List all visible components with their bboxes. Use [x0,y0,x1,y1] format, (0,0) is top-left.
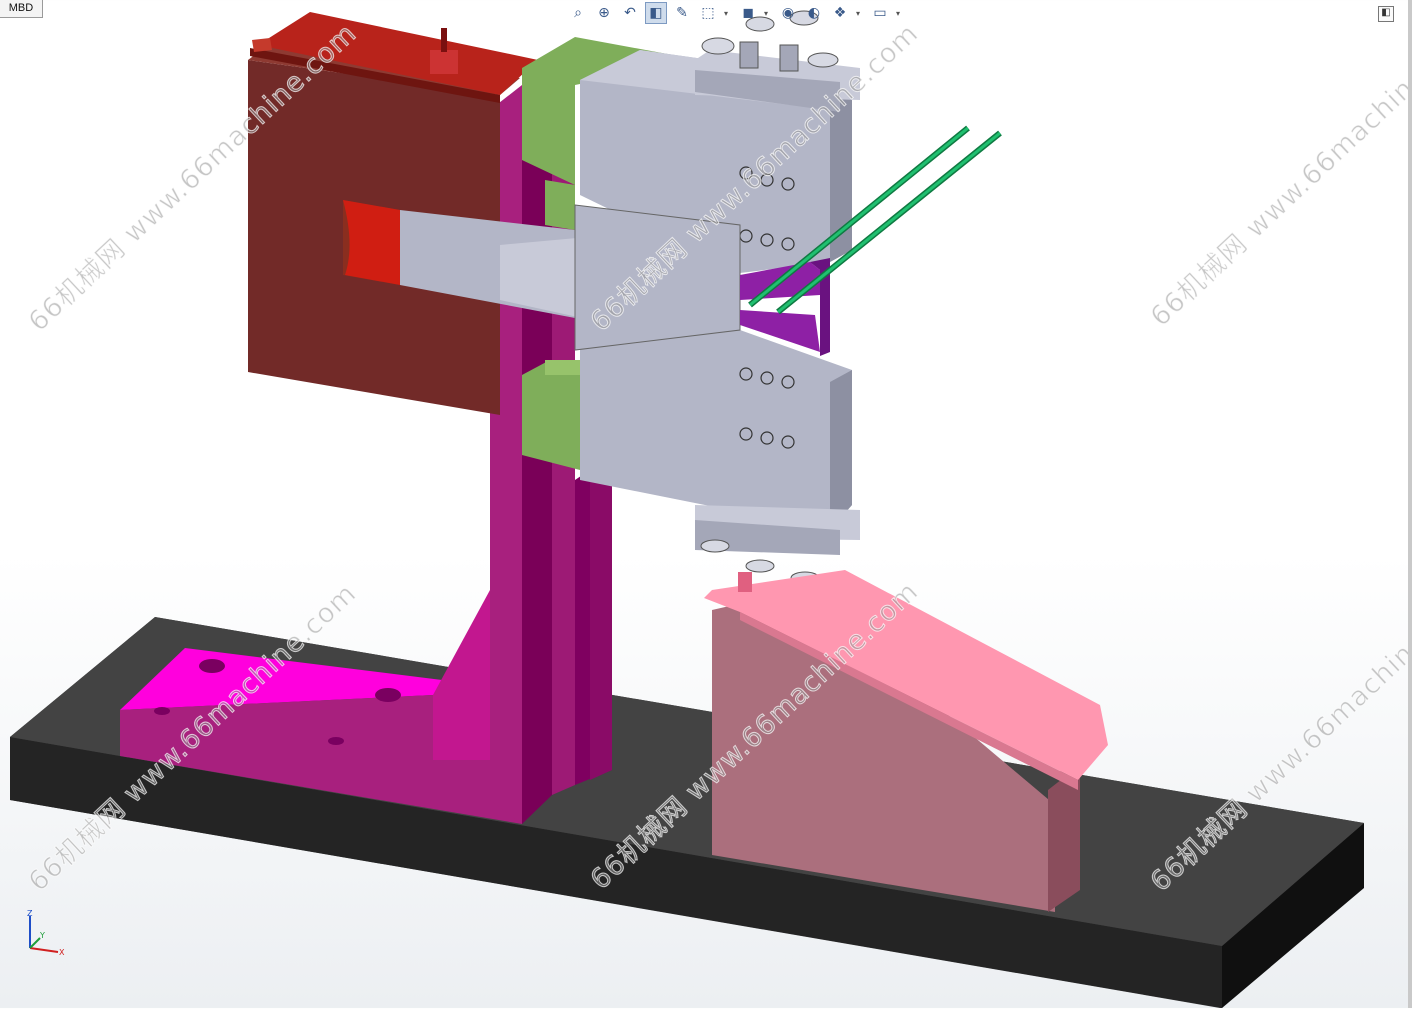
hide-show-items-icon[interactable]: ◉ [778,3,798,23]
task-pane-toggle-icon[interactable]: ◧ [1378,6,1394,22]
cad-model-view[interactable] [0,0,1412,1008]
dynamic-annotation-icon[interactable]: ✎ [672,3,692,23]
graphics-viewport[interactable]: 66机械网 www.66machine.com 66机械网 www.66mach… [0,0,1412,1008]
view-orientation-icon[interactable]: ⬚ [698,3,718,23]
zoom-to-fit-icon[interactable]: ⌕ [568,3,588,23]
mbd-tab[interactable]: MBD [0,0,43,18]
lower-clamp-block[interactable] [580,330,852,530]
section-view-icon[interactable]: ◧ [645,2,667,24]
apply-scene-icon[interactable]: ❖ [830,3,850,23]
viewport-splitter[interactable] [1408,0,1412,1008]
triad-x-label: X [59,948,65,957]
previous-view-icon[interactable]: ↶ [620,3,640,23]
coordinate-triad: Z Y X [27,909,65,957]
chevron-down-icon[interactable]: ▾ [724,9,732,18]
chevron-down-icon[interactable]: ▾ [764,9,772,18]
green-spacer-lower[interactable] [522,360,590,470]
zoom-to-area-icon[interactable]: ⊕ [594,3,614,23]
output-chute[interactable] [704,570,1108,912]
heads-up-view-toolbar: ⌕ ⊕ ↶ ◧ ✎ ⬚ ▾ ◼ ▾ ◉ ◐ ❖ ▾ ▭ ▾ [568,2,904,24]
edit-appearance-icon[interactable]: ◐ [804,3,824,23]
triad-y-label: Y [39,931,45,940]
chevron-down-icon[interactable]: ▾ [896,9,904,18]
chevron-down-icon[interactable]: ▾ [856,9,864,18]
triad-z-label: Z [27,909,33,918]
display-style-icon[interactable]: ◼ [738,3,758,23]
view-settings-icon[interactable]: ▭ [870,3,890,23]
